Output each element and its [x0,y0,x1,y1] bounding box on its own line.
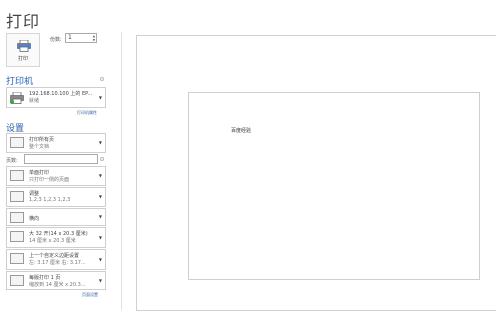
sides-sub: 只打印一侧的页面 [29,177,70,183]
print-scope-sub: 整个文档 [29,144,50,150]
info-icon[interactable] [100,77,104,81]
copies-value: 1 [68,34,72,41]
preview-page [188,92,480,280]
chevron-down-icon: ▼ [98,173,102,178]
printer-icon [17,40,31,52]
chevron-down-icon: ▼ [98,194,102,199]
printer-properties-link[interactable]: 打印机属性 [77,110,97,116]
chevron-down-icon: ▼ [98,277,102,283]
document-icon [10,137,24,148]
sides-select[interactable]: 单面打印 只打印一侧的页面 ▼ [6,166,106,186]
landscape-icon [10,212,24,223]
chevron-down-icon: ▼ [98,94,102,100]
pages-per-sheet-icon [10,275,24,286]
collate-select[interactable]: 调整 1,2,3 1,2,3 1,2,3 ▼ [6,187,106,207]
printer-name: 192.168.10.100 上的 EP... [29,91,93,97]
printer-heading: 打印机 [6,77,34,87]
info-icon[interactable] [100,157,104,161]
margins-main: 上一个自定义边距设置 [29,253,80,259]
printer-icon [10,92,24,104]
page-title: 打印 [6,12,41,31]
pages-per-sheet-select[interactable]: 每版打印 1 页 缩放到 14 厘米 x 20.3... ▼ [6,271,106,290]
printer-status: 就绪 [29,98,40,104]
orientation-select[interactable]: 横向 ▼ [6,208,106,226]
print-scope-select[interactable]: 打印所有页 整个文档 ▼ [6,133,106,153]
orientation-main: 横向 [29,216,40,222]
print-button[interactable]: 打印 [6,33,40,67]
margins-icon [10,253,24,264]
page-setup-link[interactable]: 页面设置 [82,292,98,298]
pages-label: 页数: [6,158,18,164]
preview-page-text: 百度经验 [231,128,252,134]
printer-select[interactable]: 192.168.10.100 上的 EP... 就绪 ▼ [6,87,106,108]
paper-size-sub: 14 厘米 x 20.3 厘米 [29,238,76,244]
chevron-down-icon: ▼ [98,234,102,240]
chevron-down-icon: ▼ [98,214,102,219]
collate-main: 调整 [29,191,40,197]
pages-input[interactable] [24,154,98,164]
print-button-label: 打印 [17,56,28,62]
copies-stepper[interactable]: 1 ▲ ▼ [65,33,97,43]
print-scope-main: 打印所有页 [29,137,55,143]
paper-size-main: 大 32 开(14 x 20.3 厘米) [29,231,88,237]
pages-per-sheet-main: 每版打印 1 页 [29,275,61,281]
stepper-arrows[interactable]: ▲ ▼ [93,34,95,42]
chevron-down-icon: ▼ [98,256,102,262]
sides-main: 单面打印 [29,170,50,176]
collate-sub: 1,2,3 1,2,3 1,2,3 [29,197,71,203]
single-sided-icon [10,170,24,181]
pages-per-sheet-sub: 缩放到 14 厘米 x 20.3... [29,282,86,288]
collate-icon [10,191,24,202]
paper-size-icon [10,231,24,242]
margins-sub: 左: 3.17 厘米 右: 3.17... [29,260,86,266]
chevron-down-icon: ▼ [98,140,102,145]
copies-label: 份数: [50,37,62,43]
divider [121,32,122,310]
margins-select[interactable]: 上一个自定义边距设置 左: 3.17 厘米 右: 3.17... ▼ [6,249,106,270]
paper-size-select[interactable]: 大 32 开(14 x 20.3 厘米) 14 厘米 x 20.3 厘米 ▼ [6,227,106,248]
